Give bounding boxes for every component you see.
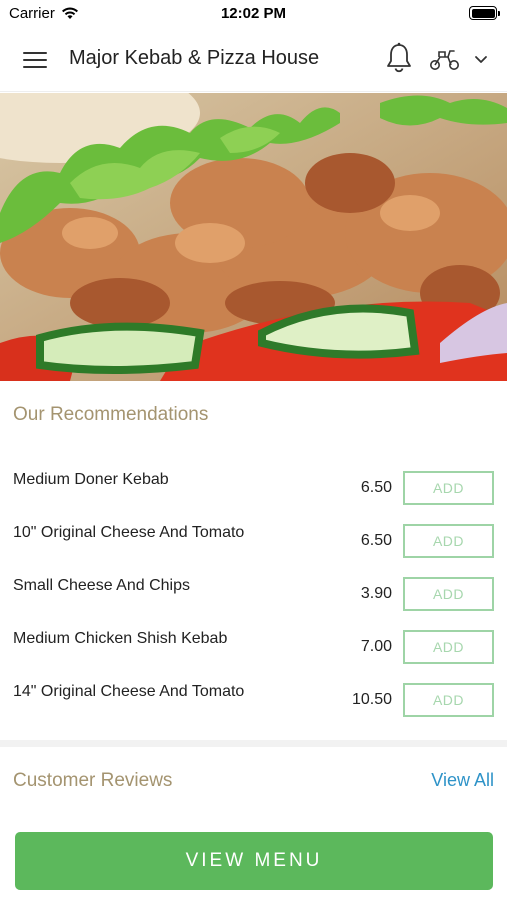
view-all-reviews-link[interactable]: View All [431,770,494,791]
scooter-icon [430,50,459,70]
dish-price: 6.50 [360,532,392,549]
add-button[interactable]: ADD [403,630,494,664]
list-item: 14" Original Cheese And Tomato 10.50 ADD [0,683,507,723]
chevron-down-icon [475,56,487,63]
list-item: Medium Doner Kebab 6.50 ADD [0,471,507,511]
list-item: Medium Chicken Shish Kebab 7.00 ADD [0,630,507,670]
battery-icon [469,6,500,20]
dish-price: 3.90 [360,585,392,602]
view-menu-button[interactable]: VIEW MENU [15,832,493,890]
hero-food-image [0,93,507,381]
clock: 12:02 PM [220,5,287,22]
list-item: 10" Original Cheese And Tomato 6.50 ADD [0,524,507,564]
notifications-button[interactable] [384,41,414,77]
add-button[interactable]: ADD [403,577,494,611]
dish-name: Medium Chicken Shish Kebab [13,630,228,647]
dish-name: Medium Doner Kebab [13,471,169,488]
dish-name: 14" Original Cheese And Tomato [13,683,245,700]
status-bar: Carrier 12:02 PM [0,0,507,28]
delivery-mode-selector[interactable] [428,44,492,76]
dish-name: 10" Original Cheese And Tomato [13,524,245,541]
page-title: Major Kebab & Pizza House [69,47,320,69]
recommendations-heading: Our Recommendations [13,404,209,425]
dish-price: 7.00 [360,638,392,655]
list-item: Small Cheese And Chips 3.90 ADD [0,577,507,617]
add-button[interactable]: ADD [403,524,494,558]
dish-name: Small Cheese And Chips [13,577,190,594]
dish-price: 6.50 [360,479,392,496]
reviews-heading: Customer Reviews [13,770,173,791]
add-button[interactable]: ADD [403,683,494,717]
hamburger-menu-button[interactable] [18,46,52,74]
add-button[interactable]: ADD [403,471,494,505]
section-divider [0,740,507,747]
dish-price: 10.50 [351,691,392,708]
bell-icon [387,42,411,73]
app-header: Major Kebab & Pizza House [0,28,507,92]
